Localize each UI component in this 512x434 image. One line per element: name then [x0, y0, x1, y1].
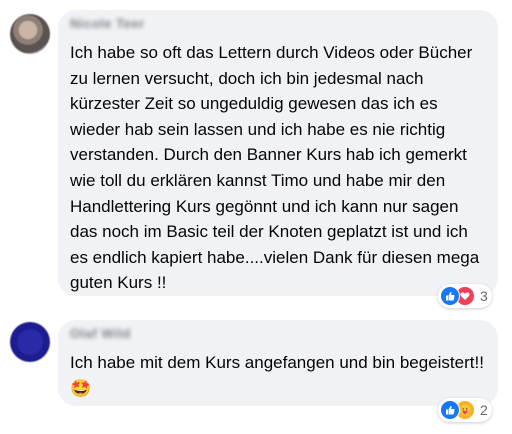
- like-icon: [440, 400, 460, 420]
- avatar[interactable]: [10, 14, 50, 54]
- comment-bubble: Olaf Wild Ich habe mit dem Kurs angefang…: [58, 320, 498, 406]
- comment-author[interactable]: Olaf Wild: [70, 326, 131, 341]
- star-struck-emoji: 🤩: [70, 378, 92, 398]
- avatar[interactable]: [10, 322, 50, 362]
- reactions-summary[interactable]: 2: [438, 398, 492, 422]
- comment-text-container: Ich habe mit dem Kurs angefangen und bin…: [70, 350, 484, 401]
- comment-bubble: Nicole Teer Ich habe so oft das Lettern …: [58, 10, 498, 296]
- reaction-count: 2: [480, 402, 488, 418]
- comment-text: Ich habe so oft das Lettern durch Videos…: [70, 43, 480, 293]
- comment-text: Ich habe mit dem Kurs angefangen und bin…: [70, 353, 484, 372]
- like-icon: [440, 286, 460, 306]
- comment-author[interactable]: Nicole Teer: [70, 16, 145, 31]
- reaction-count: 3: [480, 288, 488, 304]
- reactions-summary[interactable]: 3: [438, 284, 492, 308]
